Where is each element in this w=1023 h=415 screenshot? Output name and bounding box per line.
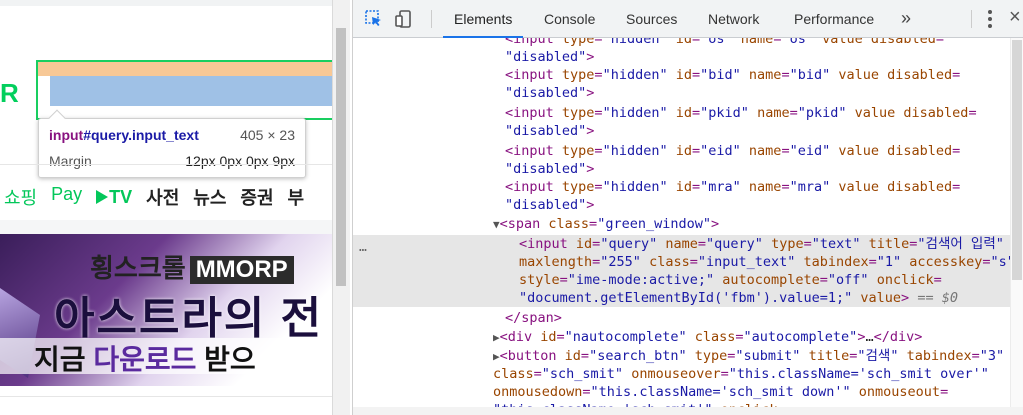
margin-highlight-overlay <box>38 62 332 76</box>
dom-line[interactable]: "disabled"> <box>505 48 594 66</box>
tab-network[interactable]: Network <box>708 0 759 38</box>
dom-line[interactable]: <input type="hidden" id="bid" name="bid"… <box>505 66 960 84</box>
tooltip-margin-label: Margin <box>49 153 92 169</box>
dom-line[interactable]: <input type="hidden" id="mra" name="mra"… <box>505 178 960 196</box>
nav-item-dictionary[interactable]: 사전 <box>146 184 179 210</box>
dom-line-selected[interactable]: "document.getElementById('fbm').value=1;… <box>519 289 958 307</box>
tooltip-selector: input#query.input_text <box>49 127 199 143</box>
close-icon[interactable]: × <box>1009 6 1021 29</box>
dom-line[interactable]: <input type="hidden" id="os" name="os" v… <box>505 38 944 48</box>
dom-line[interactable]: ▼<span class="green_window"> <box>493 215 719 233</box>
nav-item-pay[interactable]: Pay <box>51 184 82 210</box>
more-options-icon[interactable] <box>987 10 993 28</box>
nav-item-news[interactable]: 뉴스 <box>193 184 226 210</box>
devtools-tabbar: Elements Console Sources Network Perform… <box>353 0 1023 38</box>
dom-line-selected[interactable]: style="ime-mode:active;" autocomplete="o… <box>519 271 942 289</box>
banner-headline: 횡스크롤 MMORP <box>90 248 294 285</box>
nav-item-tv[interactable]: TV <box>96 184 132 210</box>
play-icon <box>96 190 109 204</box>
divider <box>0 396 332 397</box>
divider <box>971 10 972 28</box>
nav-item-stocks[interactable]: 증권 <box>240 184 273 210</box>
nav-item-tv-label: TV <box>109 186 133 207</box>
tab-performance[interactable]: Performance <box>794 0 874 38</box>
dom-line[interactable]: "disabled"> <box>505 196 594 214</box>
elements-tree[interactable]: … <input type="hidden" id="os" name="os"… <box>353 38 1023 415</box>
divider <box>0 164 332 165</box>
tab-elements[interactable]: Elements <box>443 0 524 38</box>
site-logo[interactable]: R <box>0 78 19 109</box>
dom-line[interactable]: onmousedown="this.className='sch_smit do… <box>493 383 948 401</box>
collapse-triangle-icon[interactable]: ▼ <box>493 218 500 231</box>
ad-banner[interactable]: 횡스크롤 MMORP 아스트라의 전 지금 다운로드 받으 <box>0 234 332 386</box>
page-scrollbar-thumb[interactable] <box>336 28 346 286</box>
banner-cta: 지금 다운로드 받으 <box>0 338 332 375</box>
horizontal-scrollbar[interactable] <box>353 407 1023 415</box>
tooltip-id-class: #query.input_text <box>83 127 199 143</box>
elements-scrollbar-thumb[interactable] <box>1012 40 1022 280</box>
dom-line[interactable]: "disabled"> <box>505 160 594 178</box>
tab-console[interactable]: Console <box>544 0 595 38</box>
page-top-strip <box>0 0 332 6</box>
search-input[interactable] <box>50 76 332 106</box>
banner-cta-highlight: 다운로드 <box>93 344 197 375</box>
nav-item-more[interactable]: 부 <box>288 184 305 210</box>
devtools-panel: Elements Console Sources Network Perform… <box>352 0 1023 415</box>
expand-triangle-icon[interactable]: ▶ <box>493 350 500 363</box>
banner-line1: 횡스크롤 <box>90 253 186 283</box>
banner-cta-suffix: 받으 <box>204 344 256 375</box>
dom-line[interactable]: "disabled"> <box>505 122 594 140</box>
tooltip-margin-value: 12px 0px 0px 9px <box>185 153 295 169</box>
tooltip-tag: input <box>49 127 84 143</box>
more-tabs-chevron-icon[interactable]: » <box>901 0 911 38</box>
banner-game-title: 아스트라의 전 <box>54 294 324 343</box>
inspect-tooltip: input#query.input_text 405 × 23 Margin 1… <box>38 109 306 178</box>
inspect-element-icon[interactable] <box>363 8 385 30</box>
tab-sources[interactable]: Sources <box>626 0 677 38</box>
tooltip-size: 405 × 23 <box>240 127 295 143</box>
selected-node-hint: == $0 <box>917 290 958 306</box>
banner-cta-prefix: 지금 <box>34 344 86 375</box>
dom-line[interactable]: <input type="hidden" id="pkid" name="pki… <box>505 104 977 122</box>
dom-line[interactable]: <input type="hidden" id="eid" name="eid"… <box>505 142 960 160</box>
service-nav: 쇼핑 Pay TV 사전 뉴스 증권 부 <box>4 184 304 210</box>
banner-badge: MMORP <box>189 256 294 284</box>
page-viewport: R input#query.input_text 405 × 23 Margin… <box>0 0 332 415</box>
divider <box>431 10 432 28</box>
nav-item-shopping[interactable]: 쇼핑 <box>4 184 37 210</box>
node-actions-ellipsis-icon[interactable]: … <box>359 240 367 255</box>
dom-line[interactable]: </span> <box>505 309 562 327</box>
dom-line-selected[interactable]: maxlength="255" class="input_text" tabin… <box>519 253 1015 271</box>
dom-line-selected[interactable]: <input id="query" name="query" type="tex… <box>519 235 1004 253</box>
dom-line[interactable]: "disabled"> <box>505 84 594 102</box>
expand-triangle-icon[interactable]: ▶ <box>493 331 500 344</box>
dom-line[interactable]: ▶<div id="nautocomplete" class="autocomp… <box>493 328 922 346</box>
dom-line[interactable]: class="sch_smit" onmouseover="this.class… <box>493 365 989 383</box>
dom-line[interactable]: ▶<button id="search_btn" type="submit" t… <box>493 347 1004 365</box>
device-toolbar-icon[interactable] <box>393 8 415 30</box>
section-gap <box>0 220 332 234</box>
